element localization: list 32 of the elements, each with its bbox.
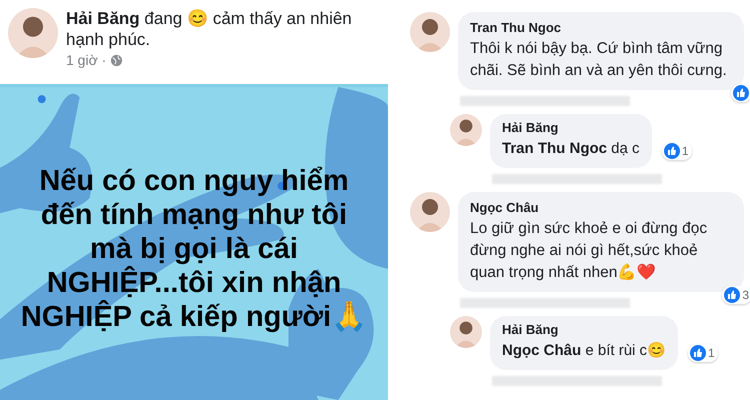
post-text-line: NGHIỆP...tôi xin nhận bbox=[46, 266, 342, 300]
avatar[interactable] bbox=[450, 316, 482, 348]
status-text: Hải Băng đang 😊 cảm thấy an nhiên hạnh phúc. bbox=[66, 8, 353, 50]
post-time[interactable]: 1 giờ · bbox=[66, 52, 106, 68]
commenter-name[interactable]: Tran Thu Ngoc bbox=[470, 20, 732, 35]
like-badge[interactable]: 1 bbox=[688, 344, 718, 362]
avatar[interactable] bbox=[410, 192, 450, 232]
avatar[interactable] bbox=[450, 114, 482, 146]
like-icon bbox=[690, 345, 706, 361]
post-text-line: đến tính mạng như tôi bbox=[40, 198, 348, 232]
comment-text: Thôi k nói bậy bạ. Cứ bình tâm vững chãi. Sẽ bình an và an yên thôi cưng. bbox=[470, 39, 728, 81]
like-icon bbox=[724, 287, 740, 303]
commenter-name[interactable]: Hải Băng bbox=[502, 322, 666, 337]
like-icon bbox=[664, 143, 680, 159]
globe-icon bbox=[110, 54, 124, 66]
like-icon bbox=[733, 85, 749, 101]
avatar[interactable] bbox=[410, 12, 450, 52]
like-badge[interactable]: 3 bbox=[722, 286, 750, 304]
post-text-line: NGHIỆP cả kiếp người🙏 bbox=[20, 300, 368, 334]
commenter-name[interactable]: Ngọc Châu bbox=[470, 200, 732, 215]
like-count: 3 bbox=[742, 288, 749, 302]
like-badge[interactable] bbox=[731, 84, 750, 102]
comment-text: Tran Thu Ngoc dạ c bbox=[502, 139, 640, 159]
like-badge[interactable]: 1 bbox=[662, 142, 692, 160]
like-count: 1 bbox=[708, 346, 715, 360]
commenter-name[interactable]: Hải Băng bbox=[502, 120, 640, 135]
comment-text: Lo giữ gìn sức khoẻ e oi đừng đọc đừng nghe ai nói gì hết,sức khoẻ quan trọng nhất nhen💪❤ bbox=[470, 219, 708, 283]
avatar[interactable] bbox=[8, 8, 58, 58]
comment-text: Ngọc Châu e bít rùi c😊 bbox=[502, 341, 666, 361]
post-text-line: mà bị gọi là cái bbox=[90, 232, 298, 266]
like-count: 1 bbox=[682, 144, 689, 158]
post-text-line: Nếu có con nguy hiểm bbox=[39, 164, 349, 198]
